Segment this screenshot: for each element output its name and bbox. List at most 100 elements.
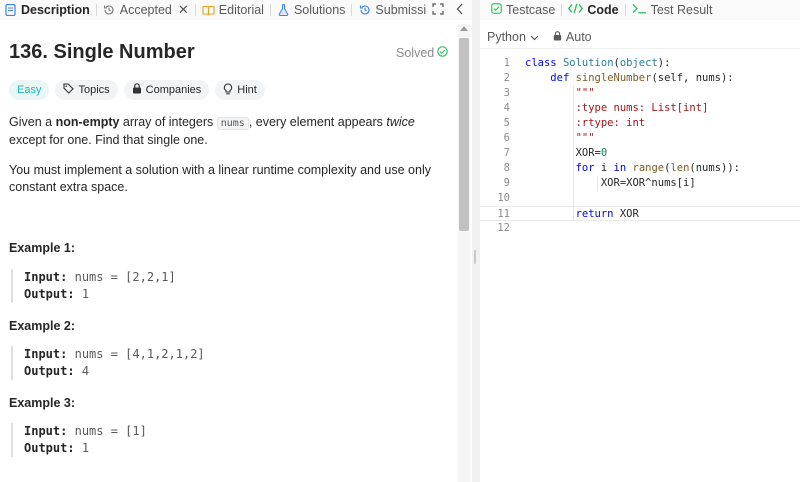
companies-button[interactable]: Companies [123, 80, 210, 100]
description-text: , every element appears [248, 115, 387, 129]
example-2-title: Example 2: [9, 319, 76, 333]
code-line[interactable]: 11 return XOR [480, 206, 800, 221]
check-circle-icon [437, 46, 448, 60]
code-line[interactable]: 12 [480, 221, 800, 236]
tab-description[interactable]: Description [0, 0, 94, 20]
inline-code: nums [216, 117, 249, 130]
right-tabbar: Testcase Code Test Result [480, 0, 800, 20]
example-1-title: Example 1: [9, 241, 76, 255]
tab-separator [561, 4, 563, 16]
description-text: Given a [9, 115, 56, 129]
problem-constraint-text: You must implement a solution with a lin… [9, 163, 431, 194]
code-text: class Solution(object): [525, 56, 670, 71]
resize-grip[interactable] [474, 250, 476, 264]
tab-editorial-label: Editorial [218, 3, 264, 17]
tab-testcase[interactable]: Testcase [488, 0, 558, 20]
tab-test-result[interactable]: Test Result [629, 0, 716, 20]
tab-separator [269, 4, 271, 16]
line-number: 2 [503, 72, 510, 84]
code-line[interactable]: 1 class Solution(object): [480, 56, 800, 71]
chevron-left-icon[interactable] [456, 3, 464, 18]
left-tabbar: Description Accepted ✕ Editorial Solutio… [0, 0, 472, 20]
tab-separator [95, 4, 97, 16]
scroll-up-arrow[interactable] [460, 26, 468, 31]
input-key: Input: [24, 270, 68, 284]
tab-testcase-label: Testcase [506, 3, 556, 17]
code-line[interactable]: 2 def singleNumber(self, nums): [480, 71, 800, 86]
lightbulb-icon [223, 82, 233, 98]
code-text: """ [525, 131, 595, 146]
difficulty-label: Easy [17, 84, 42, 96]
line-number: 8 [503, 162, 510, 174]
code-token: XOR=XOR^nums[i] [525, 177, 696, 189]
solved-status: Solved [396, 46, 448, 60]
tab-solutions[interactable]: Solutions [273, 0, 349, 20]
code-token: ): [657, 57, 671, 69]
code-text: """ [525, 86, 595, 101]
code-token: XOR [619, 208, 639, 220]
book-icon [202, 4, 215, 17]
difficulty-badge: Easy [9, 80, 50, 100]
line-number: 6 [503, 132, 510, 144]
line-number: 3 [503, 87, 510, 99]
problem-tags: Easy Topics Companies Hint [9, 80, 265, 100]
language-select[interactable]: Python [487, 30, 539, 44]
example-3-block: Input: nums = [1] Output: 1 [11, 423, 441, 457]
code-line[interactable]: 7 XOR=0 [480, 146, 800, 161]
language-label: Python [487, 29, 526, 44]
input-key: Input: [24, 424, 68, 438]
code-token: """ [575, 87, 595, 99]
description-italic: twice [386, 115, 415, 129]
code-token: (nums)): [689, 162, 740, 174]
code-text: XOR=0 [525, 146, 608, 161]
description-icon [4, 4, 17, 17]
code-line[interactable]: 6 """ [480, 131, 800, 146]
code-line[interactable]: 9 XOR=XOR^nums[i] [480, 176, 800, 191]
code-token: return [575, 208, 620, 220]
history-icon [358, 4, 371, 17]
code-line[interactable]: 4 :type nums: List[int] [480, 101, 800, 116]
code-line[interactable]: 8 for i in range(len(nums)): [480, 161, 800, 176]
code-token: 0 [600, 147, 608, 159]
input-value: nums = [2,2,1] [74, 270, 176, 284]
editor-toolbar: Python Auto [480, 25, 800, 49]
tab-code-label: Code [587, 3, 619, 17]
line-number: 10 [497, 192, 510, 204]
code-line[interactable]: 10 [480, 191, 800, 206]
code-text: XOR=XOR^nums[i] [525, 176, 696, 191]
description-panel: Description Accepted ✕ Editorial Solutio… [0, 0, 472, 482]
code-token: def [550, 72, 576, 84]
panel-resize-divider[interactable] [472, 0, 480, 482]
companies-label: Companies [145, 84, 202, 96]
output-value: 1 [81, 441, 90, 455]
tab-editorial[interactable]: Editorial [198, 0, 268, 20]
line-number: 1 [503, 57, 510, 69]
tab-separator [194, 4, 196, 16]
code-token: in [613, 162, 633, 174]
fullscreen-icon[interactable] [432, 2, 444, 18]
code-token: for [575, 162, 601, 174]
tab-accepted[interactable]: Accepted ✕ [99, 0, 193, 20]
line-number: 4 [503, 102, 510, 114]
line-number: 11 [497, 208, 510, 220]
example-2-block: Input: nums = [4,1,2,1,2] Output: 4 [11, 346, 441, 380]
code-line[interactable]: 3 """ [480, 86, 800, 101]
code-icon [568, 3, 584, 17]
tab-code[interactable]: Code [565, 0, 621, 20]
code-text: return XOR [525, 207, 639, 222]
auto-format-toggle[interactable]: Auto [553, 30, 592, 44]
topics-button[interactable]: Topics [55, 80, 118, 100]
code-line[interactable]: 5 :rtype: int [480, 116, 800, 131]
example-1-block: Input: nums = [2,2,1] Output: 1 [11, 269, 441, 303]
description-text: except for one. Find that single one. [9, 133, 208, 147]
hint-button[interactable]: Hint [215, 80, 265, 100]
code-text: def singleNumber(self, nums): [525, 71, 733, 86]
problem-description: Given a non-empty array of integers nums… [9, 114, 449, 149]
close-icon[interactable]: ✕ [178, 2, 189, 18]
flask-icon [277, 4, 290, 17]
code-editor[interactable]: 1 class Solution(object): 2 def singleNumb… [480, 56, 800, 482]
scrollbar-thumb[interactable] [459, 38, 469, 231]
